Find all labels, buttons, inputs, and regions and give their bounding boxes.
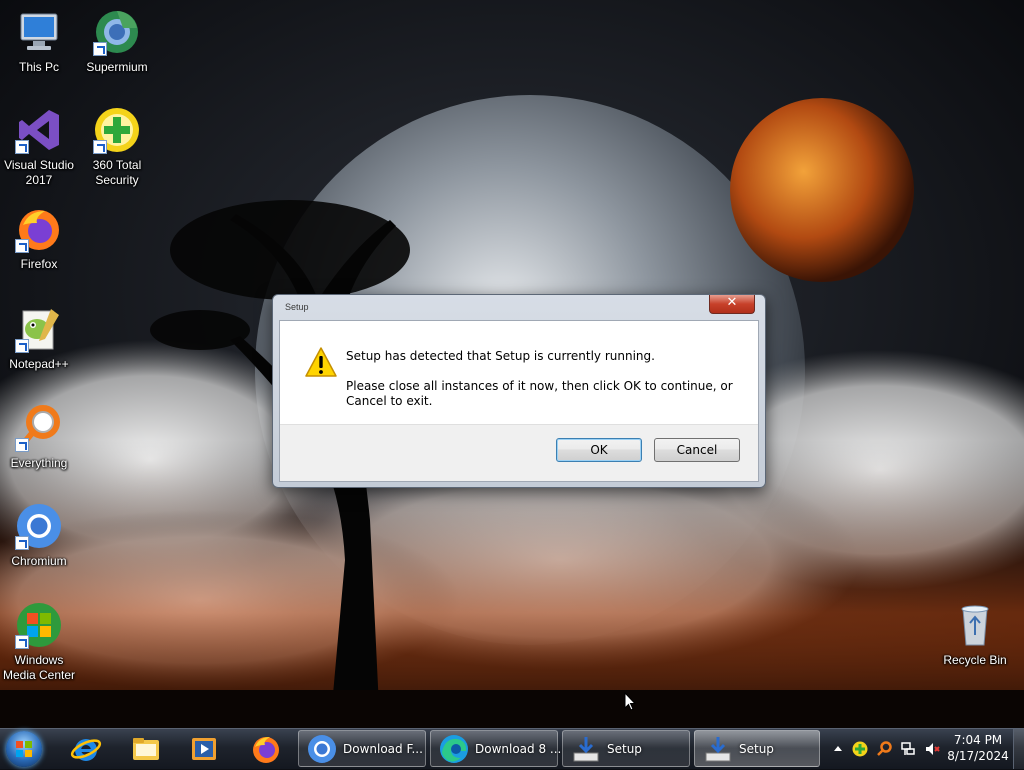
- dialog-title: Setup: [285, 302, 309, 312]
- shortcut-arrow-icon: [15, 239, 29, 253]
- tray-everything[interactable]: [876, 741, 892, 757]
- 360-total-security-icon: [852, 741, 868, 757]
- taskbar-task-download-f[interactable]: Download F...: [298, 730, 426, 767]
- shortcut-arrow-icon: [15, 140, 29, 154]
- dialog-message-primary: Setup has detected that Setup is current…: [346, 349, 655, 363]
- visual-studio-icon: [15, 106, 63, 154]
- file-explorer-icon: [133, 738, 159, 760]
- desktop-icon-label: This Pc: [18, 60, 59, 74]
- desktop-icon-this-pc[interactable]: This Pc: [0, 8, 78, 75]
- tray-360-security[interactable]: [852, 741, 868, 757]
- desktop-icon-supermium[interactable]: Supermium: [78, 8, 156, 75]
- close-icon: ✕: [726, 295, 738, 310]
- taskbar: Download F... Download 8 ... Setup Setup…: [0, 728, 1024, 769]
- desktop-icon-label: Firefox: [20, 257, 58, 271]
- edge-icon: [439, 734, 469, 764]
- desktop-icon-label: Everything: [10, 456, 68, 470]
- desktop-icon-visual-studio[interactable]: Visual Studio 2017: [0, 106, 78, 188]
- notepadplusplus-icon: [15, 305, 63, 353]
- tray-clock[interactable]: 7:04 PM 8/17/2024: [946, 732, 1010, 764]
- show-desktop-button[interactable]: [1013, 729, 1024, 769]
- shortcut-arrow-icon: [15, 635, 29, 649]
- desktop-icon-360-total-security[interactable]: 360 Total Security: [78, 106, 156, 188]
- desktop-icon-label: Windows Media Center: [2, 653, 76, 682]
- task-label: Download 8 ...: [475, 742, 562, 756]
- network-icon: [901, 742, 915, 755]
- 360-total-security-icon: [93, 106, 141, 154]
- clock-date: 8/17/2024: [947, 749, 1009, 763]
- media-player-icon: [192, 738, 216, 760]
- desktop-icon-chromium[interactable]: Chromium: [0, 502, 78, 569]
- desktop-icon-notepadplusplus[interactable]: Notepad++: [0, 305, 78, 372]
- desktop-icon-label: Supermium: [86, 60, 148, 74]
- computer-icon: [15, 8, 63, 56]
- taskbar-pin-file-explorer[interactable]: [130, 733, 162, 765]
- shortcut-arrow-icon: [93, 42, 107, 56]
- everything-search-icon: [15, 404, 63, 452]
- chevron-up-icon: [834, 746, 842, 751]
- chromium-icon: [307, 734, 337, 764]
- desktop-icon-label: 360 Total Security: [92, 158, 142, 187]
- volume-muted-icon: [926, 743, 940, 755]
- clock-time: 7:04 PM: [953, 733, 1003, 747]
- shortcut-arrow-icon: [15, 339, 29, 353]
- taskbar-task-setup-1[interactable]: Setup: [562, 730, 690, 767]
- desktop-icon-firefox[interactable]: Firefox: [0, 205, 78, 272]
- firefox-icon: [15, 205, 63, 253]
- dialog-close-button[interactable]: ✕: [709, 295, 755, 314]
- chromium-icon: [15, 502, 63, 550]
- setup-installer-icon: [571, 734, 601, 764]
- dialog-body: Setup has detected that Setup is current…: [279, 320, 759, 482]
- desktop-icon-windows-media-center[interactable]: Windows Media Center: [0, 601, 78, 683]
- mouse-cursor-icon: [624, 691, 637, 712]
- taskbar-task-setup-2[interactable]: Setup: [694, 730, 820, 767]
- tray-network[interactable]: [900, 741, 916, 757]
- task-label: Download F...: [343, 742, 423, 756]
- start-button[interactable]: [6, 731, 42, 767]
- desktop-icon-label: Chromium: [11, 554, 67, 568]
- recycle-bin-icon: [951, 601, 999, 649]
- shortcut-arrow-icon: [15, 438, 29, 452]
- internet-explorer-icon: [70, 739, 102, 761]
- setup-dialog: Setup ✕ Setup has detected that Setup is…: [272, 294, 766, 488]
- dialog-button-bar: OK Cancel: [280, 424, 758, 481]
- task-label: Setup: [739, 742, 774, 756]
- show-hidden-icons-button[interactable]: [830, 741, 846, 757]
- warning-icon: [304, 346, 338, 378]
- taskbar-pin-media-player[interactable]: [188, 733, 220, 765]
- windows-logo-icon: [16, 741, 32, 757]
- dialog-message-secondary: Please close all instances of it now, th…: [346, 379, 733, 408]
- task-label: Setup: [607, 742, 642, 756]
- desktop-icon-label: Notepad++: [9, 357, 69, 371]
- ok-button[interactable]: OK: [556, 438, 642, 462]
- shortcut-arrow-icon: [15, 536, 29, 550]
- supermium-icon: [93, 8, 141, 56]
- firefox-icon: [253, 737, 279, 763]
- desktop-icon-everything[interactable]: Everything: [0, 404, 78, 471]
- desktop-icon-label: Visual Studio 2017: [4, 158, 74, 187]
- desktop-icon-label: Recycle Bin: [943, 653, 1007, 667]
- setup-installer-icon: [703, 734, 733, 764]
- taskbar-pin-internet-explorer[interactable]: [70, 733, 102, 765]
- taskbar-task-download-8[interactable]: Download 8 ...: [430, 730, 562, 767]
- tray-volume[interactable]: [924, 741, 940, 757]
- shortcut-arrow-icon: [93, 140, 107, 154]
- cancel-button[interactable]: Cancel: [654, 438, 740, 462]
- windows-media-center-icon: [15, 601, 63, 649]
- taskbar-pin-firefox[interactable]: [250, 733, 282, 765]
- desktop-icon-recycle-bin[interactable]: Recycle Bin: [936, 601, 1014, 668]
- everything-search-icon: [877, 741, 892, 756]
